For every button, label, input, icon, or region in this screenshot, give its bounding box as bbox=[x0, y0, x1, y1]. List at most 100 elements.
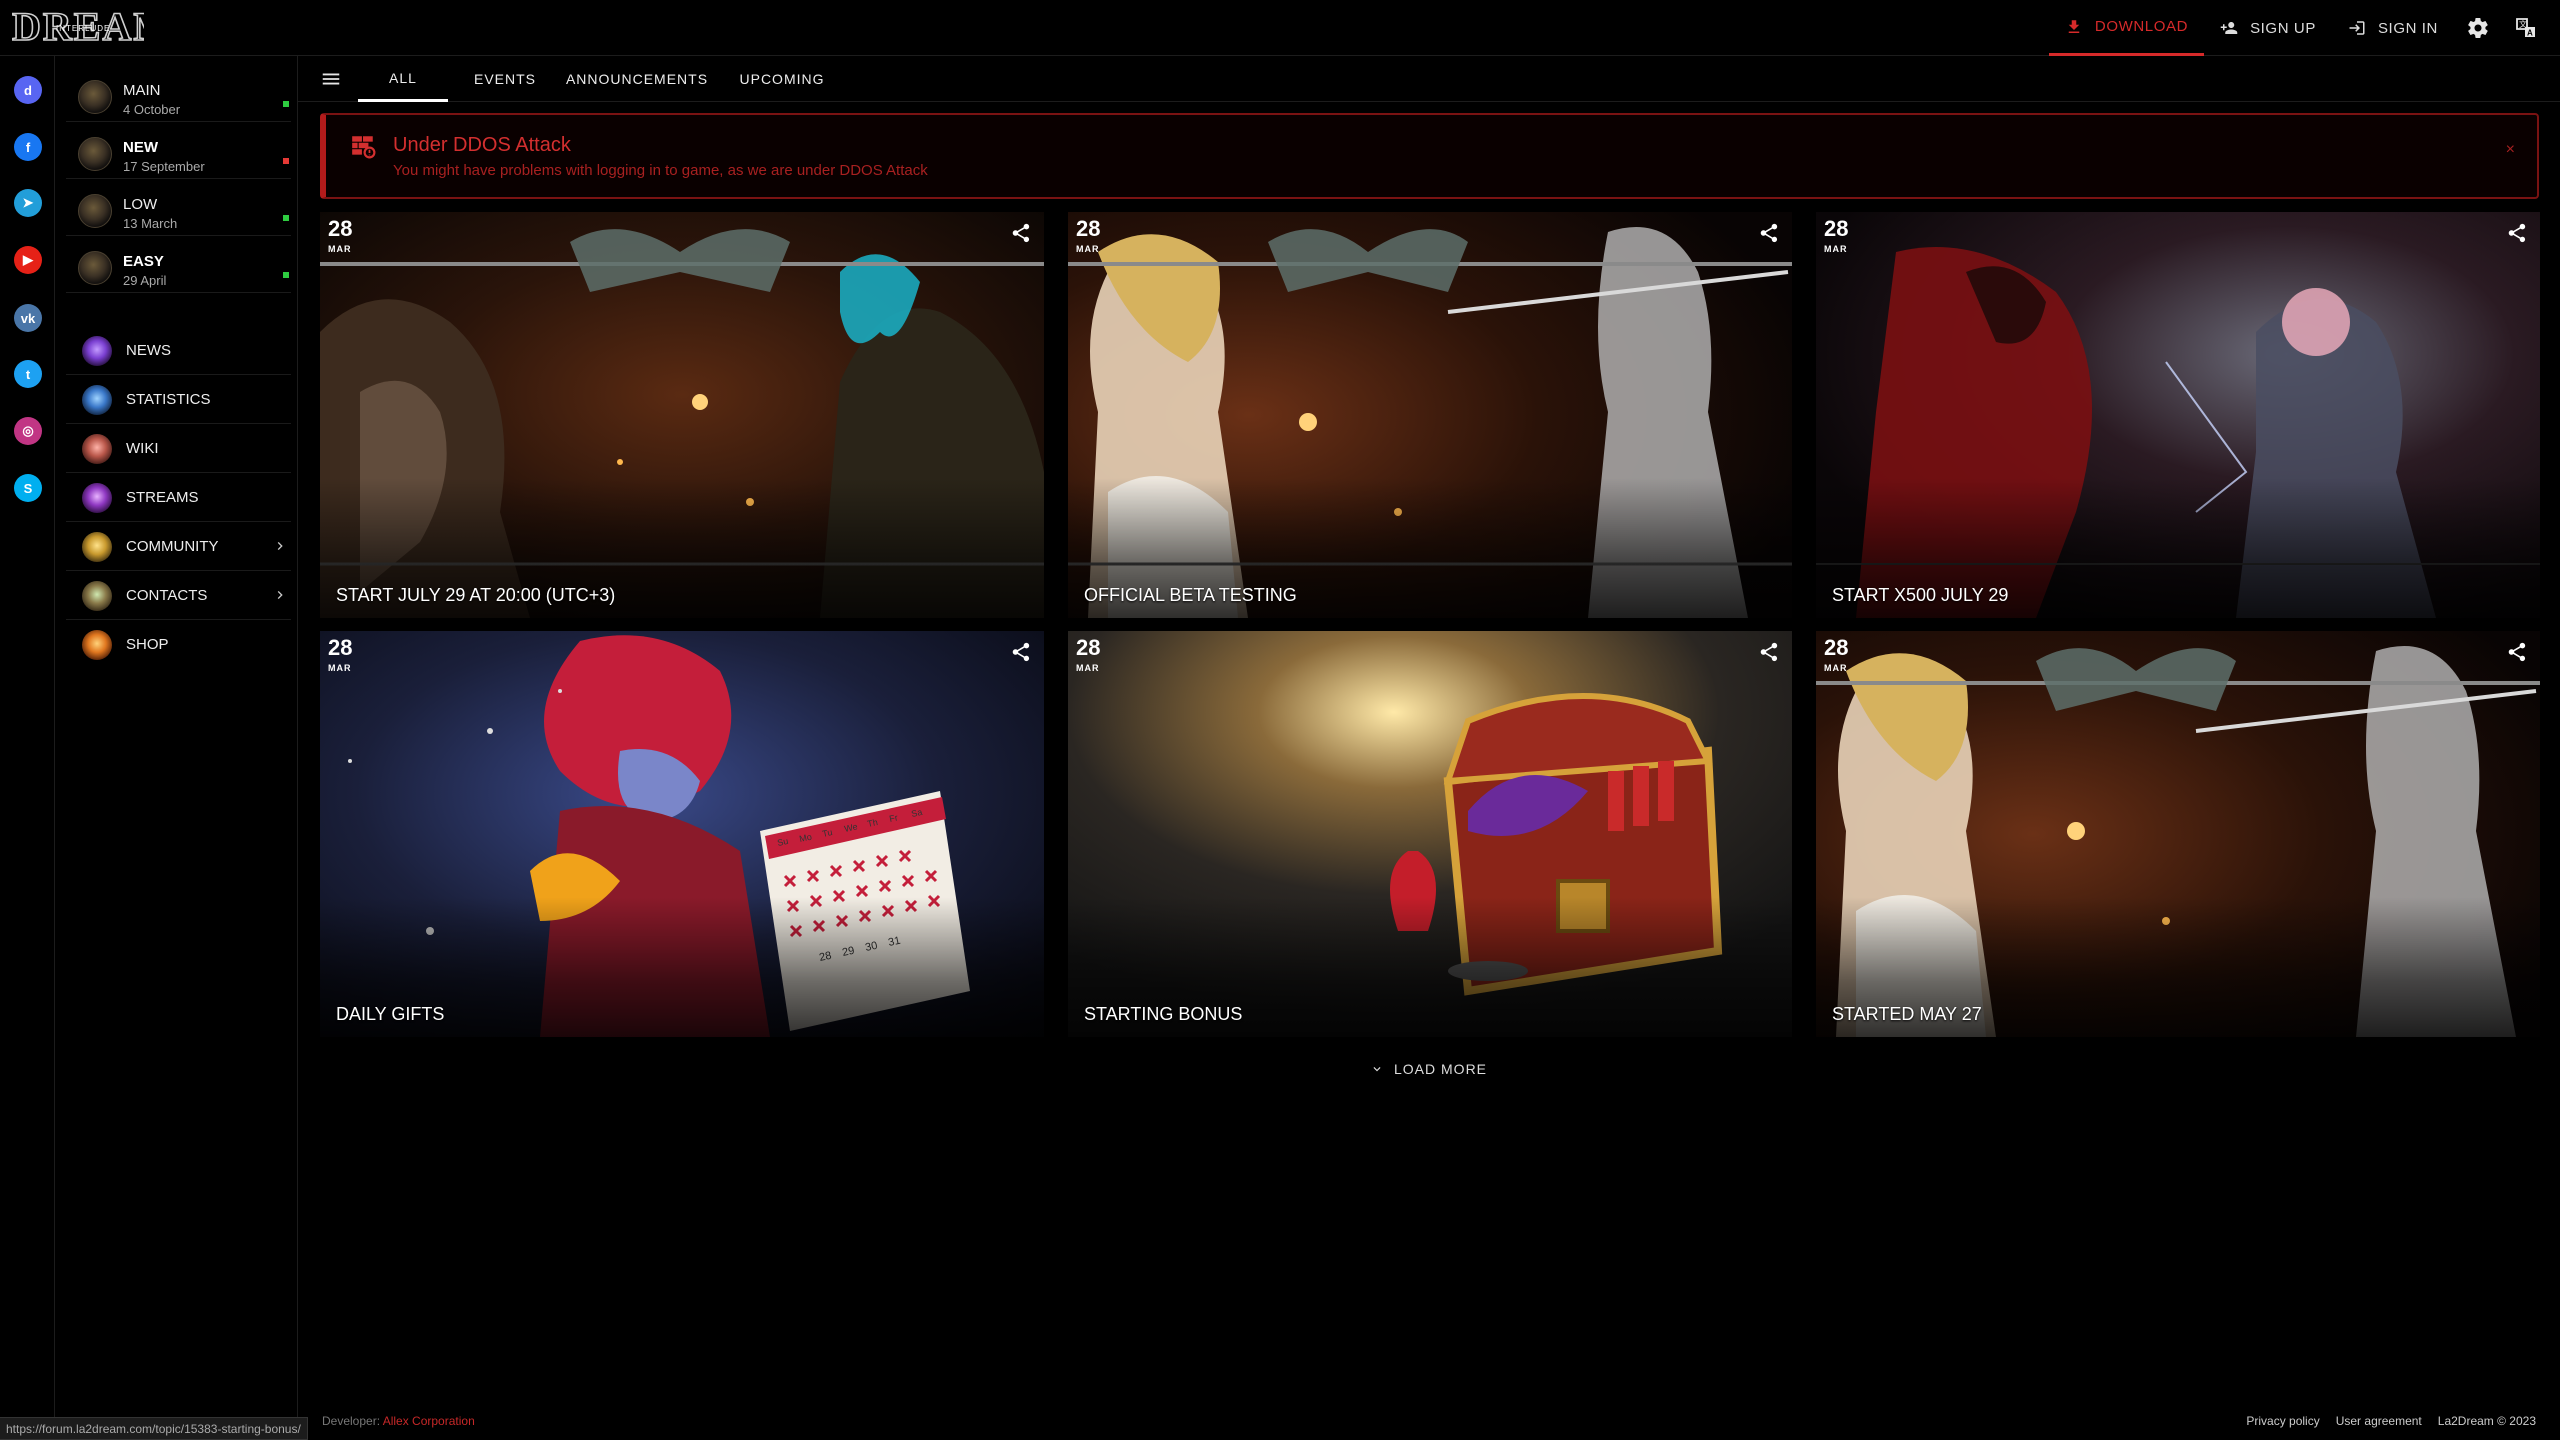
tab-events[interactable]: EVENTS bbox=[458, 56, 552, 102]
login-icon bbox=[2349, 21, 2365, 35]
server-status-indicator bbox=[283, 215, 289, 221]
load-more-button[interactable]: LOAD MORE bbox=[1370, 1058, 1487, 1080]
news-card[interactable]: 28 MAR STARTING BONUS bbox=[1068, 631, 1792, 1037]
news-tabs: ALL EVENTS ANNOUNCEMENTS UPCOMING bbox=[298, 56, 2560, 102]
server-item-low[interactable]: LOW 13 March bbox=[66, 180, 291, 236]
share-icon[interactable] bbox=[1758, 222, 1780, 244]
sidebar-item-shop[interactable]: SHOP bbox=[66, 620, 291, 669]
sidebar-item-label: STATISTICS bbox=[126, 391, 211, 408]
download-icon bbox=[2068, 19, 2080, 33]
language-button[interactable]: 文A bbox=[2502, 0, 2550, 56]
sidebar-item-wiki[interactable]: WIKI bbox=[66, 424, 291, 473]
twitter-icon[interactable]: t bbox=[14, 360, 42, 388]
server-item-main[interactable]: MAIN 4 October bbox=[66, 66, 291, 122]
privacy-policy-link[interactable]: Privacy policy bbox=[2246, 1414, 2319, 1428]
sign-in-button[interactable]: SIGN IN bbox=[2332, 0, 2454, 56]
server-emblem-icon bbox=[78, 194, 112, 228]
social-sidebar: d f ➤ ▶ vk t ◎ S bbox=[0, 56, 55, 1440]
card-month: MAR bbox=[1076, 663, 1100, 673]
server-item-new[interactable]: NEW 17 September bbox=[66, 123, 291, 179]
news-card[interactable]: Su Mo Tu We Th Fr Sa 28 29 30 31 28 MAR … bbox=[320, 631, 1044, 1037]
youtube-icon[interactable]: ▶ bbox=[14, 246, 42, 274]
footer-links: Privacy policy User agreement La2Dream ©… bbox=[2246, 1414, 2536, 1428]
card-day: 28 bbox=[328, 635, 353, 660]
translate-icon: 文A bbox=[2516, 18, 2535, 38]
card-month: MAR bbox=[328, 663, 352, 673]
card-title: DAILY GIFTS bbox=[336, 1004, 445, 1024]
server-date: 4 October bbox=[123, 102, 181, 117]
tab-announcements[interactable]: ANNOUNCEMENTS bbox=[552, 56, 722, 102]
calendar-day-label: Th bbox=[866, 817, 878, 829]
developer-link[interactable]: Allex Corporation bbox=[383, 1414, 475, 1428]
load-more-label: LOAD MORE bbox=[1394, 1061, 1488, 1077]
sign-in-label: SIGN IN bbox=[2377, 19, 2438, 37]
server-name: NEW bbox=[123, 139, 158, 156]
facebook-icon[interactable]: f bbox=[14, 133, 42, 161]
main-sidebar: MAIN 4 October NEW 17 September LOW 13 M… bbox=[56, 56, 298, 1440]
card-title: STARTING BONUS bbox=[1084, 1004, 1243, 1024]
sidebar-item-label: NEWS bbox=[126, 342, 171, 359]
card-month: MAR bbox=[1824, 663, 1848, 673]
download-button[interactable]: DOWNLOAD bbox=[2048, 0, 2205, 56]
news-card[interactable]: 28 MAR START X500 JULY 29 bbox=[1816, 212, 2540, 618]
tab-upcoming[interactable]: UPCOMING bbox=[722, 56, 842, 102]
news-card[interactable]: 28 MAR OFFICIAL BETA TESTING bbox=[1068, 212, 1792, 618]
card-day: 28 bbox=[1824, 635, 1849, 660]
share-icon[interactable] bbox=[2506, 222, 2528, 244]
server-item-easy[interactable]: EASY 29 April bbox=[66, 237, 291, 293]
sidebar-item-community[interactable]: COMMUNITY bbox=[66, 522, 291, 571]
settings-button[interactable] bbox=[2454, 0, 2502, 56]
svg-text:A: A bbox=[2527, 29, 2533, 38]
sidebar-item-news[interactable]: NEWS bbox=[66, 326, 291, 375]
skype-icon[interactable]: S bbox=[14, 474, 42, 502]
share-icon[interactable] bbox=[1758, 641, 1780, 663]
sidebar-item-contacts[interactable]: CONTACTS bbox=[66, 571, 291, 620]
server-emblem-icon bbox=[78, 251, 112, 285]
sidebar-item-label: COMMUNITY bbox=[126, 538, 219, 555]
top-bar: DREAM INTERLUDE DOWNLOAD SIGN UP SIGN IN… bbox=[0, 0, 2560, 56]
sidebar-item-label: SHOP bbox=[126, 636, 169, 653]
chevron-right-icon bbox=[277, 542, 283, 550]
card-title: OFFICIAL BETA TESTING bbox=[1084, 585, 1297, 605]
news-card[interactable]: 28 MAR START JULY 29 AT 20:00 (UTC+3) bbox=[320, 212, 1044, 618]
sign-up-label: SIGN UP bbox=[2250, 19, 2316, 37]
contacts-icon bbox=[82, 581, 112, 611]
gear-icon bbox=[2468, 18, 2488, 38]
alert-title: Under DDOS Attack bbox=[393, 134, 571, 156]
card-month: MAR bbox=[328, 244, 352, 254]
sign-up-button[interactable]: SIGN UP bbox=[2204, 0, 2332, 56]
community-icon bbox=[82, 532, 112, 562]
discord-icon[interactable]: d bbox=[14, 76, 42, 104]
sidebar-item-label: STREAMS bbox=[126, 489, 199, 506]
card-day: 28 bbox=[1076, 635, 1101, 660]
telegram-icon[interactable]: ➤ bbox=[14, 189, 42, 217]
vk-icon[interactable]: vk bbox=[14, 304, 42, 332]
sidebar-item-statistics[interactable]: STATISTICS bbox=[66, 375, 291, 424]
server-status-indicator bbox=[283, 101, 289, 107]
dream-logo[interactable]: DREAM INTERLUDE bbox=[12, 4, 144, 52]
developer-credit: Developer: Allex Corporation bbox=[322, 1414, 475, 1428]
close-icon[interactable]: × bbox=[2506, 141, 2515, 159]
statistics-icon bbox=[82, 385, 112, 415]
tab-all[interactable]: ALL bbox=[358, 56, 448, 102]
share-icon[interactable] bbox=[2506, 641, 2528, 663]
server-date: 17 September bbox=[123, 159, 205, 174]
card-month: MAR bbox=[1824, 244, 1848, 254]
menu-icon[interactable] bbox=[320, 68, 342, 90]
user-agreement-link[interactable]: User agreement bbox=[2336, 1414, 2422, 1428]
card-month: MAR bbox=[1076, 244, 1100, 254]
chevron-down-icon bbox=[1373, 1067, 1381, 1072]
news-card[interactable]: 28 MAR STARTED MAY 27 bbox=[1816, 631, 2540, 1037]
server-emblem-icon bbox=[78, 80, 112, 114]
calendar-day-label: Tu bbox=[821, 827, 833, 839]
shop-icon bbox=[82, 630, 112, 660]
instagram-icon[interactable]: ◎ bbox=[14, 417, 42, 445]
server-emblem-icon bbox=[78, 137, 112, 171]
sidebar-item-streams[interactable]: STREAMS bbox=[66, 473, 291, 522]
alert-message: You might have problems with logging in … bbox=[393, 162, 928, 179]
share-icon[interactable] bbox=[1010, 641, 1032, 663]
logo-subtext: INTERLUDE bbox=[56, 24, 110, 33]
share-icon[interactable] bbox=[1010, 222, 1032, 244]
card-title: STARTED MAY 27 bbox=[1832, 1004, 1982, 1024]
developer-prefix: Developer: bbox=[322, 1414, 381, 1428]
